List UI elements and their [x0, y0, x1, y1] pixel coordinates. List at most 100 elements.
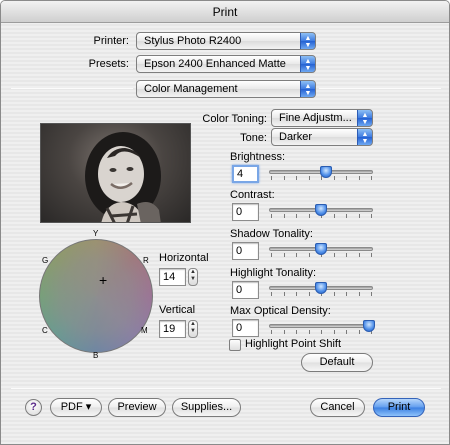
panel-popup[interactable]: Color Management ▲ ▼	[136, 80, 316, 98]
slider-tick	[333, 330, 335, 334]
slider-label: Max Optical Density:	[230, 305, 331, 317]
horizontal-field[interactable]: 14	[159, 268, 186, 286]
slider-thumb[interactable]	[315, 204, 327, 216]
slider-tick	[271, 330, 272, 334]
slider-tick	[371, 292, 372, 296]
slider-tick	[371, 253, 372, 257]
slider-tick	[333, 176, 335, 180]
print-button[interactable]: Print	[373, 398, 425, 417]
slider-thumb[interactable]	[315, 282, 327, 294]
slider-tick	[296, 253, 297, 257]
slider-tick	[308, 292, 310, 296]
updown-arrows-icon: ▲ ▼	[357, 129, 372, 145]
slider-tick	[371, 176, 372, 180]
slider-label: Brightness:	[230, 151, 286, 163]
preview-photo	[40, 123, 191, 223]
slider-tick	[358, 292, 360, 296]
slider-track[interactable]	[269, 324, 373, 328]
color-toning-value: Fine Adjustm...	[279, 112, 352, 124]
slider-tick	[283, 176, 285, 180]
slider-tick	[271, 214, 272, 218]
tone-value: Darker	[279, 131, 313, 143]
slider-tick	[346, 292, 347, 296]
slider-tick	[296, 176, 297, 180]
updown-arrows-icon: ▲ ▼	[300, 81, 315, 97]
updown-arrows-icon: ▲ ▼	[357, 110, 372, 126]
tone-label: Tone:	[240, 132, 267, 144]
highlight-point-shift-checkbox[interactable]	[229, 339, 241, 351]
slider-thumb[interactable]	[315, 243, 327, 255]
print-dialog: Print Printer: Stylus Photo R2400 ▲ ▼ Pre…	[0, 0, 450, 445]
vertical-stepper[interactable]: ▲ ▼	[188, 320, 198, 338]
slider-tick	[283, 292, 285, 296]
slider-value-field[interactable]: 4	[232, 165, 259, 183]
slider-tick	[308, 253, 310, 257]
crosshair-icon[interactable]: +	[99, 273, 107, 287]
slider-tick	[346, 253, 347, 257]
separator-right	[319, 88, 441, 89]
slider-tick	[333, 253, 335, 257]
slider-label: Highlight Tonality:	[230, 267, 317, 279]
slider-label: Contrast:	[230, 189, 275, 201]
slider-tick	[308, 176, 310, 180]
updown-arrows-icon: ▲ ▼	[300, 33, 315, 49]
vertical-field[interactable]: 19	[159, 320, 186, 338]
slider-thumb[interactable]	[363, 320, 375, 332]
updown-arrows-icon: ▲ ▼	[300, 56, 315, 72]
cancel-button[interactable]: Cancel	[310, 398, 365, 417]
preview-button[interactable]: Preview	[108, 398, 166, 417]
wheel-label-b: B	[93, 351, 99, 360]
slider-tick	[271, 253, 272, 257]
slider-tick	[308, 330, 310, 334]
supplies-button[interactable]: Supplies...	[172, 398, 241, 417]
slider-value-field[interactable]: 0	[232, 319, 259, 337]
slider-tick	[358, 330, 360, 334]
separator-left	[11, 88, 133, 89]
pdf-button[interactable]: PDF ▾	[50, 398, 102, 417]
slider-value-field[interactable]: 0	[232, 242, 259, 260]
tone-popup[interactable]: Darker ▲ ▼	[271, 128, 373, 146]
slider-tick	[283, 253, 285, 257]
color-toning-popup[interactable]: Fine Adjustm... ▲ ▼	[271, 109, 373, 127]
wheel-label-c: C	[42, 326, 48, 335]
footer-separator	[11, 388, 441, 389]
highlight-point-shift-label: Highlight Point Shift	[245, 338, 341, 350]
printer-popup[interactable]: Stylus Photo R2400 ▲ ▼	[136, 32, 316, 50]
slider-tick	[308, 214, 310, 218]
wheel-label-y: Y	[93, 229, 99, 238]
slider-tick	[283, 330, 285, 334]
slider-tick	[296, 214, 297, 218]
wheel-label-m: M	[141, 326, 148, 335]
slider-tick	[333, 292, 335, 296]
slider-label: Shadow Tonality:	[230, 228, 313, 240]
slider-tick	[346, 214, 347, 218]
slider-thumb[interactable]	[319, 166, 332, 178]
vertical-label: Vertical	[159, 304, 196, 316]
wheel-label-r: R	[143, 256, 149, 265]
horizontal-stepper[interactable]: ▲ ▼	[188, 268, 198, 286]
default-button[interactable]: Default	[301, 353, 373, 372]
slider-tick	[271, 292, 272, 296]
help-icon[interactable]: ?	[25, 399, 42, 416]
color-wheel[interactable]	[39, 239, 153, 353]
printer-value: Stylus Photo R2400	[144, 35, 242, 47]
slider-tick	[358, 214, 360, 218]
color-toning-label: Color Toning:	[202, 113, 267, 125]
presets-popup[interactable]: Epson 2400 Enhanced Matte ▲ ▼	[136, 55, 316, 73]
slider-tick	[283, 214, 285, 218]
window-title: Print	[1, 1, 449, 23]
slider-value-field[interactable]: 0	[232, 281, 259, 299]
slider-tick	[346, 330, 347, 334]
slider-tick	[321, 330, 322, 334]
horizontal-label: Horizontal	[159, 252, 209, 264]
panel-value: Color Management	[144, 83, 238, 95]
slider-value-field[interactable]: 0	[232, 203, 259, 221]
presets-label: Presets:	[88, 58, 129, 70]
wheel-label-g: G	[42, 256, 49, 265]
slider-tick	[346, 176, 347, 180]
slider-tick	[296, 330, 297, 334]
slider-tick	[333, 214, 335, 218]
slider-tick	[271, 176, 272, 180]
presets-value: Epson 2400 Enhanced Matte	[144, 58, 286, 70]
slider-tick	[296, 292, 297, 296]
